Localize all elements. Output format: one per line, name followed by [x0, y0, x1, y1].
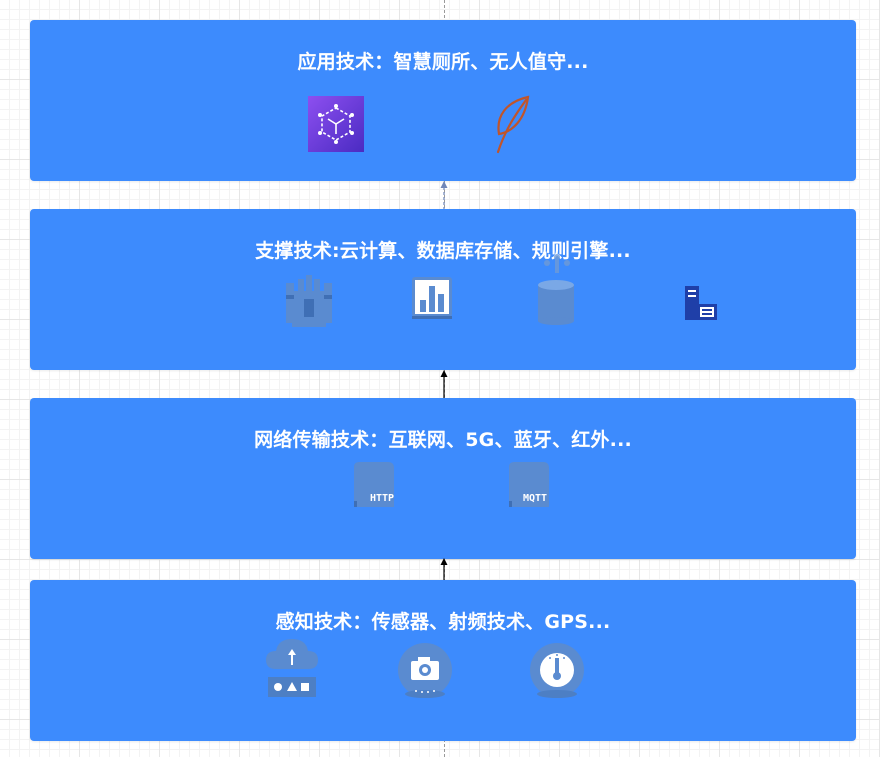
- network-layer-title: 网络传输技术：互联网、5G、蓝牙、红外...: [254, 429, 632, 451]
- database-icon: [535, 253, 577, 329]
- iot-cube-icon: [308, 96, 364, 152]
- perception-layer-title: 感知技术：传感器、射频技术、GPS...: [275, 611, 611, 633]
- perception-to-network-arrow: [437, 557, 451, 581]
- camera-icon: [396, 642, 454, 702]
- support-layer[interactable]: 支撑技术:云计算、数据库存储、规则引擎...: [30, 209, 856, 370]
- cloud-upload-icon: [264, 635, 320, 701]
- perception-layer[interactable]: 感知技术：传感器、射频技术、GPS...: [30, 580, 856, 741]
- http-label: HTTP: [370, 493, 395, 504]
- thermometer-icon: [528, 642, 586, 702]
- support-layer-title: 支撑技术:云计算、数据库存储、规则引擎...: [255, 240, 631, 262]
- leaf-icon: [492, 94, 532, 154]
- http-document-icon: HTTP: [352, 461, 398, 509]
- bar-chart-icon: [411, 276, 453, 320]
- mqtt-document-icon: MQTT: [507, 461, 553, 509]
- cloud-storage-castle-icon: [284, 275, 334, 331]
- application-layer[interactable]: 应用技术：智慧厕所、无人值守...: [30, 20, 856, 181]
- support-to-application-arrow: [437, 180, 451, 210]
- network-to-support-arrow: [437, 369, 451, 399]
- server-icon: [684, 285, 718, 321]
- application-layer-title: 应用技术：智慧厕所、无人值守...: [297, 51, 589, 73]
- network-layer[interactable]: 网络传输技术：互联网、5G、蓝牙、红外... HTTP MQTT: [30, 398, 856, 559]
- mqtt-label: MQTT: [523, 493, 548, 504]
